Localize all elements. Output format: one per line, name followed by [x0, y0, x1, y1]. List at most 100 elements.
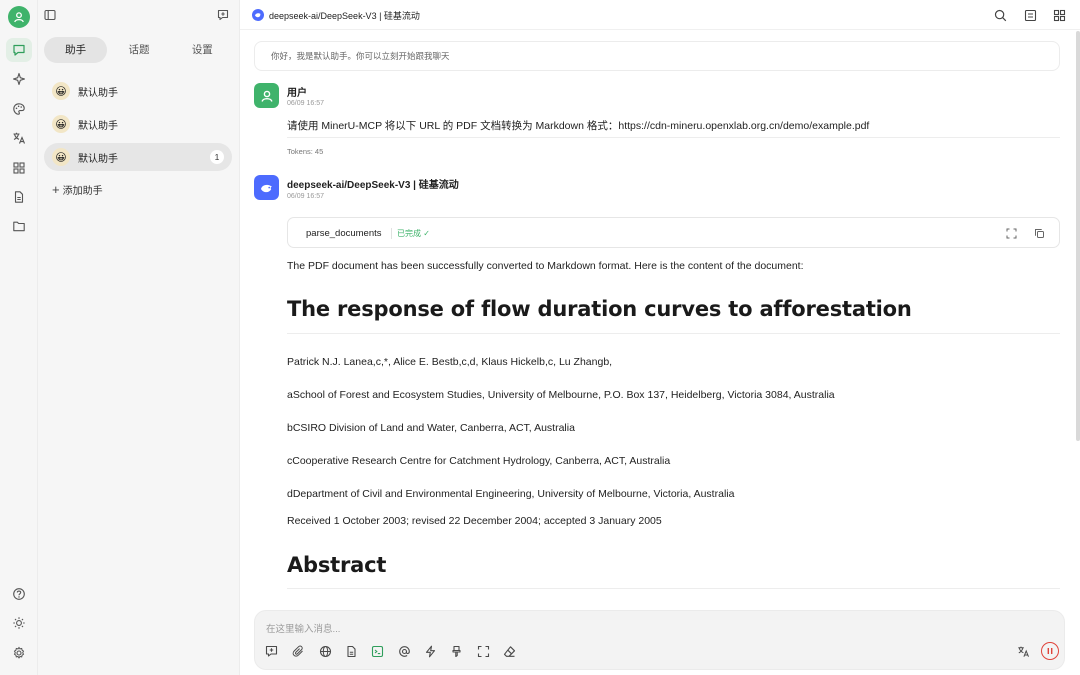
- attach-button[interactable]: [290, 643, 306, 659]
- lightning-icon: [425, 645, 435, 657]
- clear-topic-button[interactable]: [501, 643, 517, 659]
- help-icon: [13, 588, 25, 600]
- paint-nav-button[interactable]: [6, 97, 32, 121]
- tool-name: parse_documents: [306, 228, 382, 239]
- assistant-avatar: 😀: [52, 148, 70, 166]
- model-selector[interactable]: deepseek-ai/DeepSeek-V3 | 硅基流动: [269, 9, 420, 22]
- settings-icon: [13, 646, 25, 659]
- theme-icon: [13, 617, 25, 629]
- message-input[interactable]: 在这里输入消息...: [266, 621, 340, 635]
- stop-generation-button[interactable]: [1041, 642, 1059, 660]
- user-icon: [261, 90, 272, 102]
- chat-nav-button[interactable]: [6, 38, 32, 62]
- search-button[interactable]: [992, 7, 1008, 23]
- topic-count-badge: 1: [210, 150, 224, 164]
- translate-icon: [1017, 646, 1029, 657]
- clear-context-button[interactable]: [448, 643, 464, 659]
- new-topic-input-button[interactable]: [263, 643, 279, 659]
- user-message-time: 06/09 16:57: [287, 100, 324, 107]
- grid-icon: [1053, 9, 1065, 21]
- tool-divider: [391, 228, 392, 239]
- user-icon: [14, 12, 24, 23]
- new-chat-icon: [265, 645, 277, 657]
- new-topic-button[interactable]: [215, 7, 231, 23]
- assistant-label: 默认助手: [78, 120, 118, 132]
- tab-assistants[interactable]: 助手: [44, 37, 108, 63]
- help-button[interactable]: [6, 582, 32, 606]
- palette-icon: [13, 103, 25, 115]
- assistant-item[interactable]: 😀 默认助手: [44, 110, 232, 138]
- assistants-panel: 助手 话题 设置 😀 默认助手 😀 默认助手 😀 默认助手 1 + 添加助手: [38, 0, 240, 675]
- markdown-paragraph: dDepartment of Civil and Environmental E…: [287, 488, 735, 500]
- mention-model-button[interactable]: [396, 643, 412, 659]
- assistant-label: 默认助手: [78, 153, 118, 165]
- layout-icon: [1024, 9, 1036, 21]
- new-chat-icon: [217, 9, 229, 21]
- heading-rule: [287, 588, 1060, 589]
- apps-grid-button[interactable]: [1051, 7, 1067, 23]
- user-avatar[interactable]: [8, 6, 30, 28]
- message-list[interactable]: 你好，我是默认助手。你可以立刻开始跟我聊天 用户 06/09 16:57 请使用…: [240, 31, 1076, 601]
- file-icon: [346, 645, 356, 657]
- search-icon: [994, 9, 1006, 21]
- response-intro: The PDF document has been successfully c…: [287, 260, 804, 272]
- assistant-item-active[interactable]: 😀 默认助手 1: [44, 143, 232, 171]
- settings-button[interactable]: [6, 641, 32, 665]
- markdown-paragraph: bCSIRO Division of Land and Water, Canbe…: [287, 422, 575, 434]
- translate-icon: [13, 132, 26, 144]
- folder-nav-button[interactable]: [6, 214, 32, 238]
- agents-nav-button[interactable]: [6, 67, 32, 91]
- markdown-heading: The response of flow duration curves to …: [287, 297, 912, 321]
- assistant-avatar: 😀: [52, 82, 70, 100]
- markdown-paragraph: Patrick N.J. Lanea,c,*, Alice E. Bestb,c…: [287, 356, 613, 368]
- at-icon: [398, 645, 410, 657]
- heading-rule: [287, 333, 1060, 334]
- chat-main: deepseek-ai/DeepSeek-V3 | 硅基流动 你好，我是默认助手…: [240, 0, 1080, 675]
- deepseek-logo-icon: [252, 9, 264, 21]
- web-search-button[interactable]: [317, 643, 333, 659]
- tab-settings[interactable]: 设置: [171, 37, 234, 63]
- brush-icon: [451, 645, 461, 657]
- tool-call-card[interactable]: parse_documents 已完成 ✓: [287, 217, 1060, 248]
- message-divider: [287, 137, 1060, 138]
- mcp-tools-button[interactable]: [369, 643, 385, 659]
- quick-phrases-button[interactable]: [422, 643, 438, 659]
- assistant-avatar: 😀: [52, 115, 70, 133]
- file-icon: [14, 191, 24, 203]
- assistant-label: 默认助手: [78, 87, 118, 99]
- tab-topics[interactable]: 话题: [107, 37, 170, 63]
- files-nav-button[interactable]: [6, 185, 32, 209]
- message-input-box[interactable]: 在这里输入消息...: [254, 610, 1065, 670]
- markdown-paragraph: cCooperative Research Centre for Catchme…: [287, 455, 671, 467]
- eraser-icon: [503, 645, 515, 657]
- markdown-heading: Abstract: [287, 553, 387, 577]
- token-count: Tokens: 45: [287, 147, 324, 156]
- theme-toggle-button[interactable]: [6, 611, 32, 635]
- chat-icon: [13, 44, 25, 56]
- add-assistant-label: 添加助手: [62, 186, 103, 197]
- copy-button[interactable]: [1032, 226, 1046, 240]
- expand-icon: [477, 645, 489, 657]
- expand-button[interactable]: [1004, 226, 1018, 240]
- panel-toolbar: [38, 0, 240, 30]
- assistant-item[interactable]: 😀 默认助手: [44, 77, 232, 105]
- folder-icon: [13, 221, 25, 232]
- collapse-sidebar-button[interactable]: [42, 7, 58, 23]
- plus-icon: +: [52, 182, 60, 197]
- assistant-message-time: 06/09 16:57: [287, 193, 324, 200]
- copy-icon: [1034, 228, 1044, 238]
- assistant-message-avatar: [254, 175, 279, 200]
- terminal-icon: [371, 645, 383, 657]
- sparkle-icon: [12, 72, 26, 86]
- pause-icon: [1047, 648, 1053, 654]
- translate-nav-button[interactable]: [6, 126, 32, 150]
- knowledge-base-button[interactable]: [343, 643, 359, 659]
- chat-topbar: deepseek-ai/DeepSeek-V3 | 硅基流动: [240, 0, 1080, 30]
- fullscreen-input-button[interactable]: [475, 643, 491, 659]
- apps-nav-button[interactable]: [6, 156, 32, 180]
- scrollbar[interactable]: [1076, 31, 1080, 441]
- user-message-text: 请使用 MinerU-MCP 将以下 URL 的 PDF 文档转换为 Markd…: [287, 120, 870, 132]
- add-assistant-button[interactable]: + 添加助手: [52, 182, 103, 197]
- translate-input-button[interactable]: [1015, 643, 1031, 659]
- layout-button[interactable]: [1022, 7, 1038, 23]
